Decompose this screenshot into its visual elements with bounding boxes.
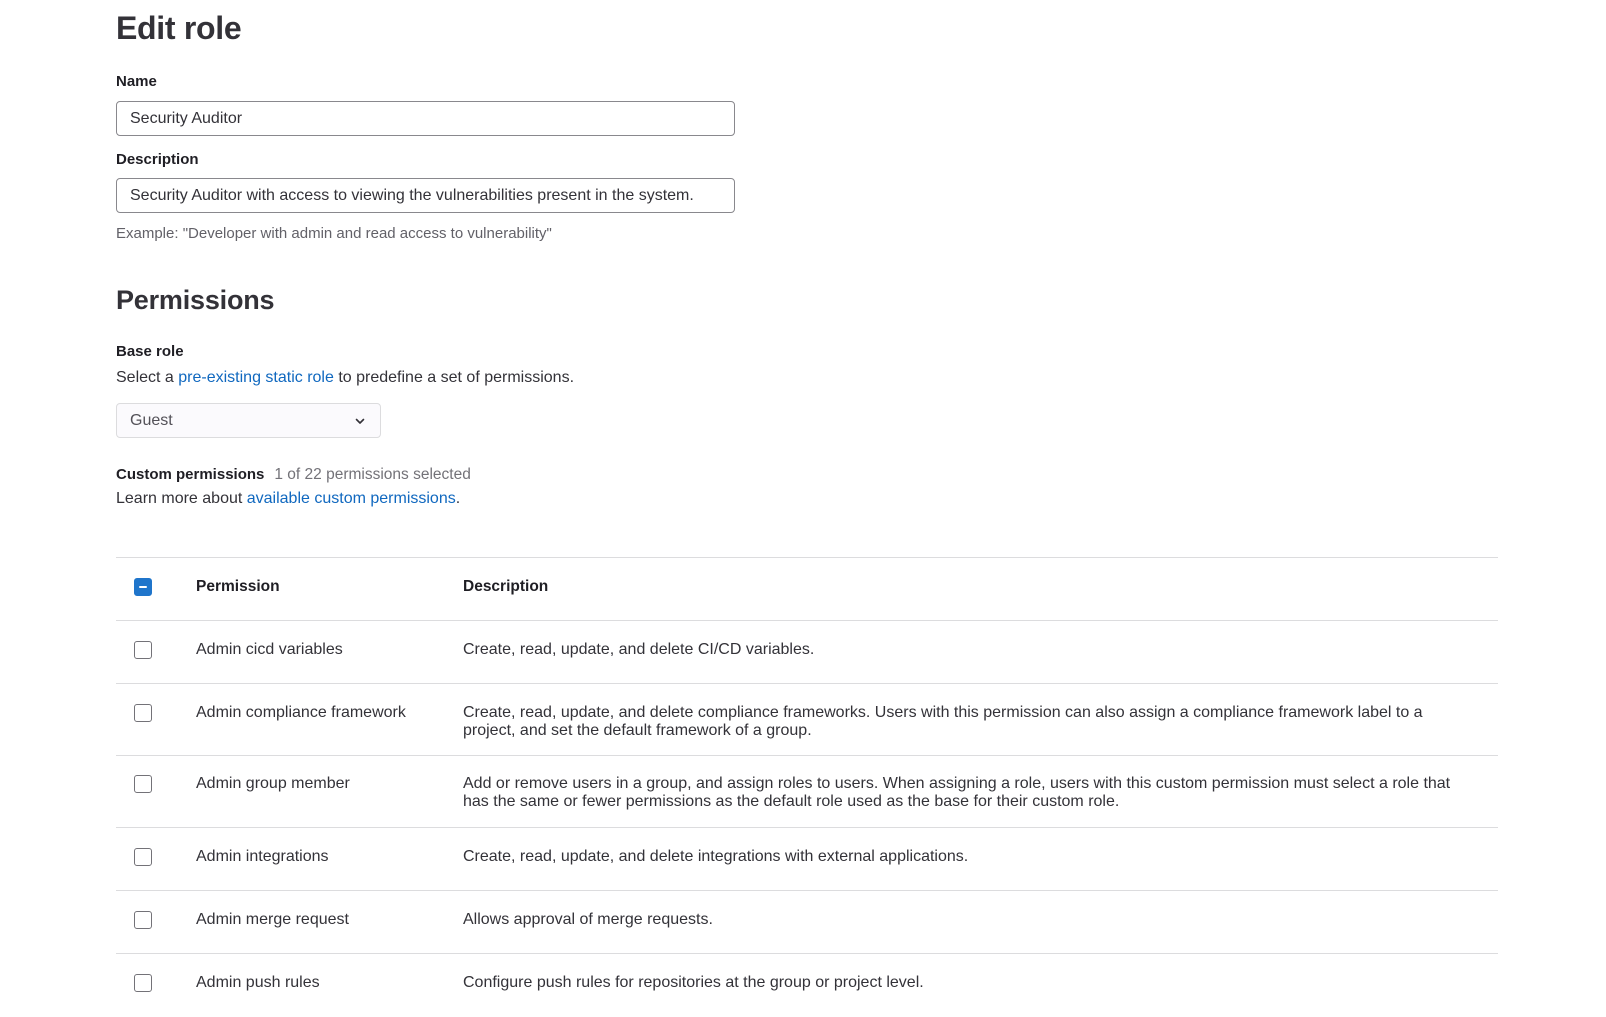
permission-checkbox[interactable]: [134, 775, 152, 793]
base-role-select[interactable]: Guest: [116, 403, 381, 438]
table-header-row: Permission Description: [116, 558, 1498, 621]
static-role-link[interactable]: pre-existing static role: [178, 369, 334, 386]
permissions-section-title: Permissions: [116, 285, 275, 315]
permission-description: Configure push rules for repositories at…: [463, 974, 924, 991]
table-row: Admin compliance framework Create, read,…: [116, 684, 1498, 756]
chevron-down-icon: [353, 414, 367, 428]
name-label: Name: [116, 73, 157, 90]
permissions-table: Permission Description Admin cicd variab…: [116, 557, 1498, 1017]
learn-more-prefix: Learn more about: [116, 490, 247, 507]
base-role-selected-value: Guest: [130, 411, 173, 429]
table-row: Admin cicd variables Create, read, updat…: [116, 621, 1498, 684]
table-row: Admin merge request Allows approval of m…: [116, 891, 1498, 954]
base-role-help: Select a pre-existing static role to pre…: [116, 369, 574, 387]
column-header-description: Description: [463, 578, 549, 595]
permission-checkbox[interactable]: [134, 911, 152, 929]
permission-description: Create, read, update, and delete complia…: [463, 704, 1423, 739]
description-field[interactable]: [116, 178, 735, 213]
permission-description: Create, read, update, and delete CI/CD v…: [463, 641, 815, 658]
permission-name: Admin integrations: [196, 848, 329, 865]
permission-checkbox[interactable]: [134, 641, 152, 659]
select-all-checkbox[interactable]: [134, 578, 152, 596]
description-help-text: Example: "Developer with admin and read …: [116, 225, 552, 242]
permission-description: Create, read, update, and delete integra…: [463, 848, 969, 865]
permission-name: Admin merge request: [196, 911, 349, 928]
permission-name: Admin cicd variables: [196, 641, 343, 658]
permission-checkbox[interactable]: [134, 974, 152, 992]
page-title: Edit role: [116, 10, 242, 46]
permission-checkbox[interactable]: [134, 704, 152, 722]
base-role-help-suffix: to predefine a set of permissions.: [333, 369, 575, 386]
custom-permissions-label: Custom permissions: [116, 466, 265, 483]
name-field[interactable]: [116, 101, 735, 136]
permission-description: Allows approval of merge requests.: [463, 911, 713, 928]
permission-name: Admin compliance framework: [196, 704, 406, 721]
permission-description: Add or remove users in a group, and assi…: [463, 775, 1451, 810]
table-row: Admin integrations Create, read, update,…: [116, 828, 1498, 891]
minus-icon: [139, 586, 147, 588]
column-header-permission: Permission: [196, 578, 280, 595]
base-role-label: Base role: [116, 343, 184, 360]
description-label: Description: [116, 151, 199, 168]
permissions-selected-count: 1 of 22 permissions selected: [274, 466, 471, 483]
permission-checkbox[interactable]: [134, 848, 152, 866]
base-role-help-prefix: Select a: [116, 369, 179, 386]
table-row: Admin group member Add or remove users i…: [116, 756, 1498, 828]
available-custom-permissions-link[interactable]: available custom permissions: [247, 490, 456, 507]
permission-name: Admin push rules: [196, 974, 320, 991]
learn-more-text: Learn more about available custom permis…: [116, 490, 460, 508]
table-row: Admin push rules Configure push rules fo…: [116, 954, 1498, 1017]
permission-name: Admin group member: [196, 775, 350, 792]
custom-permissions-header: Custom permissions 1 of 22 permissions se…: [116, 466, 471, 484]
learn-more-suffix: .: [455, 490, 461, 507]
